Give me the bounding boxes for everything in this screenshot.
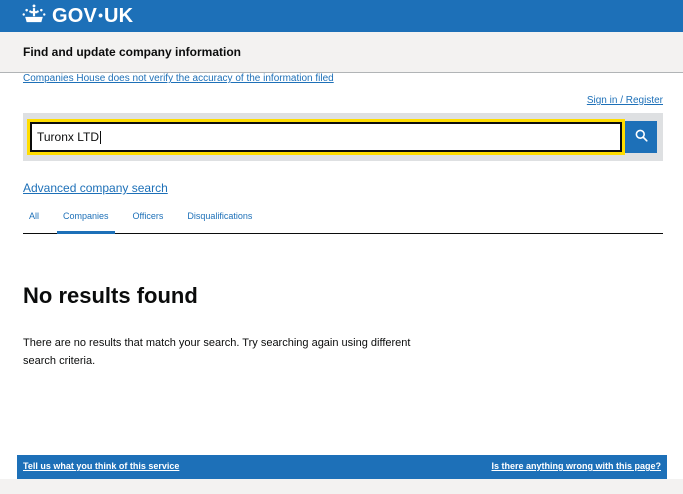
footer xyxy=(0,479,683,494)
crown-icon xyxy=(22,3,52,30)
search-panel: Turonx LTD xyxy=(23,113,663,161)
govuk-logo-link[interactable]: GOV • UK xyxy=(22,3,133,30)
govuk-logo-dot: • xyxy=(98,6,103,23)
report-problem-link[interactable]: Is there anything wrong with this page? xyxy=(491,461,661,471)
no-results-message: There are no results that match your sea… xyxy=(23,337,411,367)
govuk-logo-text-gov: GOV xyxy=(52,5,98,27)
search-tabs: All Companies Officers Disqualifications xyxy=(23,206,663,234)
advanced-company-search-link[interactable]: Advanced company search xyxy=(23,181,168,195)
tab-all[interactable]: All xyxy=(23,206,45,233)
tab-disqualifications[interactable]: Disqualifications xyxy=(181,206,258,233)
sign-in-register-link[interactable]: Sign in / Register xyxy=(587,95,663,106)
search-input-focus-ring: Turonx LTD xyxy=(27,119,625,155)
text-cursor xyxy=(100,130,102,144)
feedback-link[interactable]: Tell us what you think of this service xyxy=(23,461,179,471)
service-name[interactable]: Find and update company information xyxy=(23,45,241,59)
feedback-bar: Tell us what you think of this service I… xyxy=(17,455,667,479)
govuk-logo-text-uk: UK xyxy=(103,5,134,27)
service-name-bar: Find and update company information xyxy=(0,32,683,73)
search-input-value: Turonx LTD xyxy=(37,130,100,144)
search-icon xyxy=(635,129,648,145)
no-results-heading: No results found xyxy=(23,283,198,308)
tab-companies[interactable]: Companies xyxy=(57,206,115,234)
tab-officers[interactable]: Officers xyxy=(127,206,170,233)
disclaimer-link[interactable]: Companies House does not verify the accu… xyxy=(23,73,334,84)
search-button[interactable] xyxy=(625,121,657,153)
govuk-header: GOV • UK xyxy=(0,0,683,32)
search-input[interactable]: Turonx LTD xyxy=(30,122,622,152)
